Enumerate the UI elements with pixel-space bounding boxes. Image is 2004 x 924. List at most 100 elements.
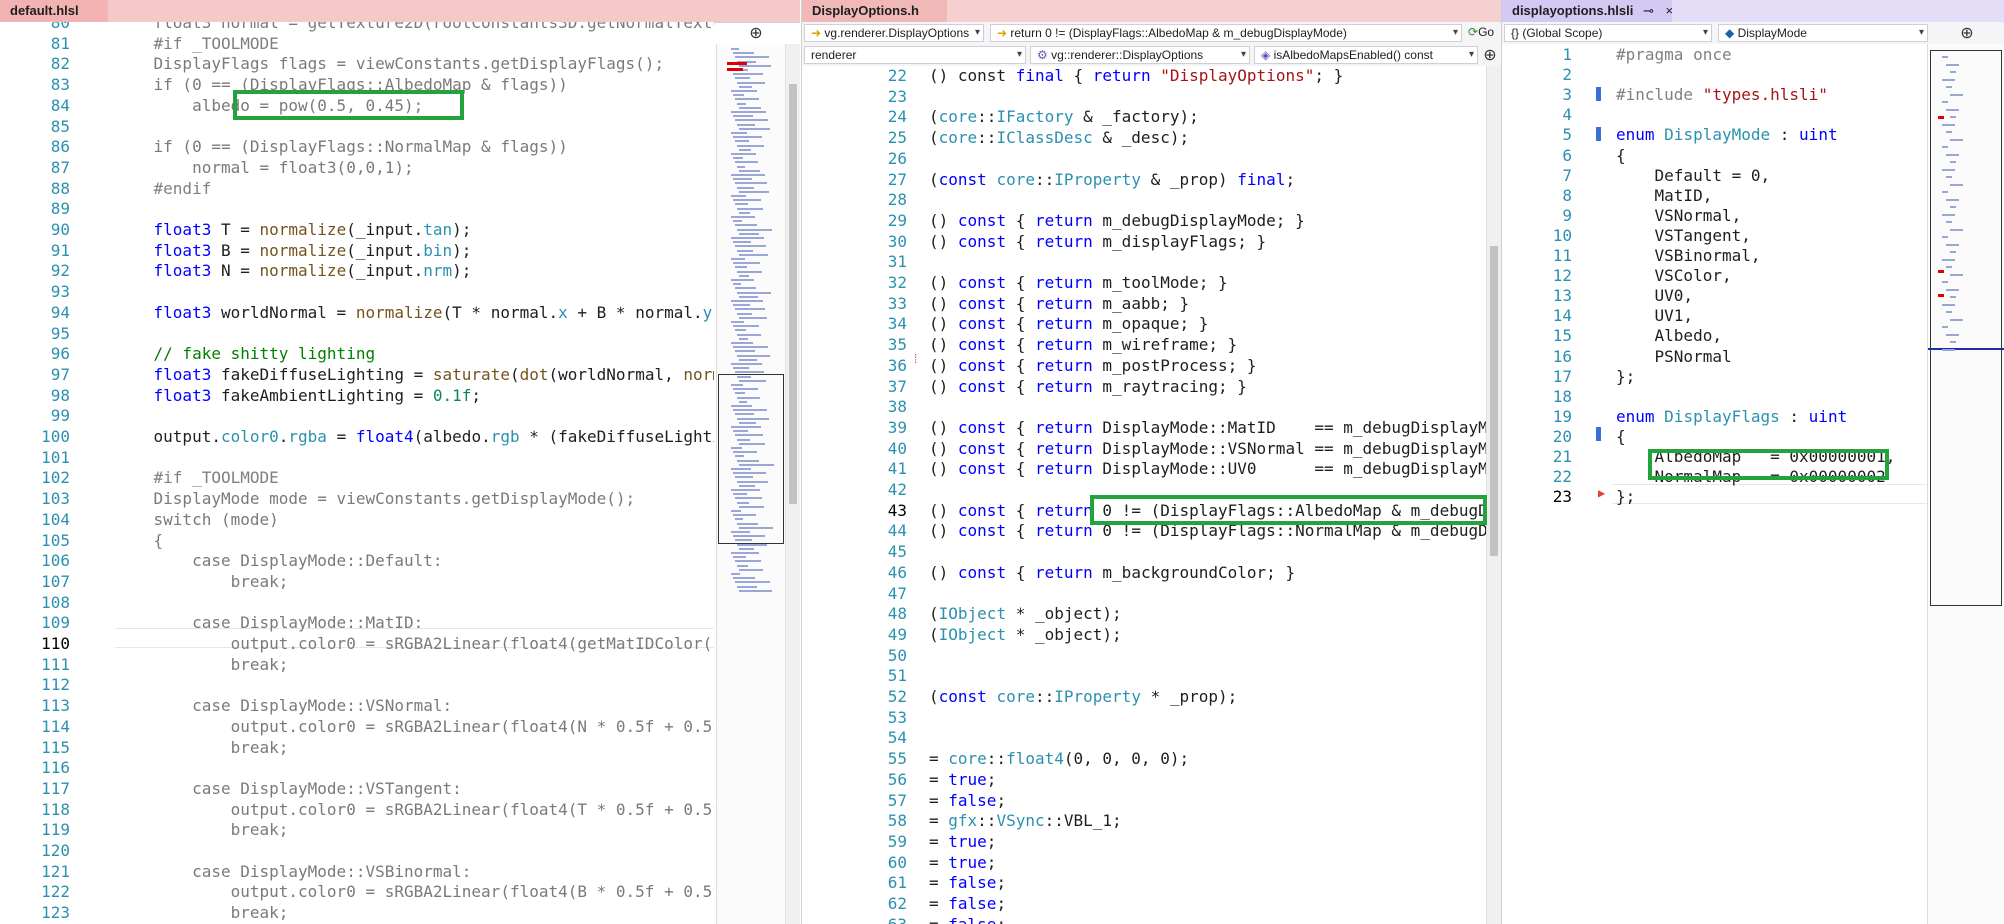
code-line[interactable]: 114 output.color0 = sRGBA2Linear(float4(… xyxy=(0,717,714,737)
code-line[interactable]: 34 () const { return m_opaque; } xyxy=(802,314,1487,334)
code-line[interactable]: 6{ xyxy=(1502,146,1927,166)
code-line[interactable]: 17}; xyxy=(1502,367,1927,387)
code-line[interactable]: 122 output.color0 = sRGBA2Linear(float4(… xyxy=(0,882,714,902)
code-line[interactable]: 47 xyxy=(802,584,1487,604)
code-line[interactable]: 59 = true; xyxy=(802,832,1487,852)
code-line[interactable]: 98 float3 fakeAmbientLighting = 0.1f; xyxy=(0,386,714,406)
code-line[interactable]: 56 = true; xyxy=(802,770,1487,790)
symbol-combo[interactable]: ◆ DisplayMode ▾ xyxy=(1718,24,1928,42)
global-scope-combo[interactable]: {} (Global Scope) ▾ xyxy=(1504,24,1712,42)
code-line[interactable]: 123 break; xyxy=(0,903,714,923)
code-editor[interactable]: ▶ 1 #pragma once 2 3 #include "types.hlsli" 4… xyxy=(1502,44,1927,924)
code-line[interactable]: 29 () const { return m_debugDisplayMode; … xyxy=(802,211,1487,231)
split-pin-icon[interactable]: ⊕ xyxy=(1957,24,1977,42)
code-line[interactable]: 39 () const { return DisplayMode::MatID =… xyxy=(802,418,1487,438)
code-line[interactable]: 40 () const { return DisplayMode::VSNorma… xyxy=(802,439,1487,459)
code-minimap[interactable] xyxy=(1927,44,2004,924)
code-line[interactable]: 27 (const core::IProperty & _prop) final; xyxy=(802,170,1487,190)
code-line[interactable]: 8 MatID, xyxy=(1502,186,1927,206)
code-line[interactable]: 110 output.color0 = sRGBA2Linear(float4(… xyxy=(0,634,714,654)
scrollbar-thumb[interactable] xyxy=(1490,246,1498,556)
code-line[interactable]: 103 DisplayMode mode = viewConstants.get… xyxy=(0,489,714,509)
scope-combo-class[interactable]: ➜ vg.renderer.DisplayOptions ▾ xyxy=(804,24,984,42)
code-line[interactable]: 111 break; xyxy=(0,655,714,675)
code-line[interactable]: 41 () const { return DisplayMode::UV0 == … xyxy=(802,459,1487,479)
scope-combo-member[interactable]: ➜ return 0 != (DisplayFlags::AlbedoMap &… xyxy=(990,24,1462,42)
code-line[interactable]: 118 output.color0 = sRGBA2Linear(float4(… xyxy=(0,800,714,820)
code-line[interactable]: 48 (IObject * _object); xyxy=(802,604,1487,624)
code-line[interactable]: 38 xyxy=(802,397,1487,417)
code-line[interactable]: 86 if (0 == (DisplayFlags::NormalMap & f… xyxy=(0,137,714,157)
code-line[interactable]: 63 = false; xyxy=(802,915,1487,924)
code-line[interactable]: 115 break; xyxy=(0,738,714,758)
code-line[interactable]: 91 float3 B = normalize(_input.bin); xyxy=(0,241,714,261)
code-line[interactable]: 52 (const core::IProperty * _prop); xyxy=(802,687,1487,707)
code-line[interactable]: 16 PSNormal xyxy=(1502,347,1927,367)
code-line[interactable]: 31 xyxy=(802,252,1487,272)
code-line[interactable]: 89 xyxy=(0,199,714,219)
code-line[interactable]: 10 VSTangent, xyxy=(1502,226,1927,246)
code-line[interactable]: 37 () const { return m_raytracing; } xyxy=(802,377,1487,397)
code-line[interactable]: 5 enum DisplayMode : uint xyxy=(1502,125,1927,145)
function-combo[interactable]: ◈ isAlbedoMapsEnabled() const ▾ xyxy=(1254,46,1478,64)
code-line[interactable]: 24 (core::IFactory & _factory); xyxy=(802,107,1487,127)
code-line[interactable]: 87 normal = float3(0,0,1); xyxy=(0,158,714,178)
code-line[interactable]: 45 xyxy=(802,542,1487,562)
code-line[interactable]: 9 VSNormal, xyxy=(1502,206,1927,226)
code-line[interactable]: 55 = core::float4(0, 0, 0, 0); xyxy=(802,749,1487,769)
code-line[interactable]: 88 #endif xyxy=(0,179,714,199)
project-combo[interactable]: renderer ▾ xyxy=(804,46,1026,64)
code-line[interactable]: 117 case DisplayMode::VSTangent: xyxy=(0,779,714,799)
code-line[interactable]: 100 output.color0.rgba = float4(albedo.r… xyxy=(0,427,714,447)
code-line[interactable]: 81 #if _TOOLMODE xyxy=(0,34,714,54)
code-line[interactable]: 53 xyxy=(802,708,1487,728)
namespace-combo[interactable]: ⚙ vg::renderer::DisplayOptions ▾ xyxy=(1030,46,1250,64)
code-line[interactable]: 23}; xyxy=(1502,487,1927,507)
code-line[interactable]: 80 float3 normal = getTexture2D(rootCons… xyxy=(0,22,714,33)
scrollbar-thumb[interactable] xyxy=(789,84,797,504)
code-line[interactable]: 51 xyxy=(802,666,1487,686)
tab-displayoptions-h[interactable]: DisplayOptions.h xyxy=(802,0,947,22)
go-button[interactable]: ⟳Go xyxy=(1464,24,1500,42)
vertical-scrollbar[interactable] xyxy=(1486,66,1501,924)
code-line[interactable]: 1 #pragma once xyxy=(1502,45,1927,65)
code-line[interactable]: 4 xyxy=(1502,105,1927,125)
code-line[interactable]: 119 break; xyxy=(0,820,714,840)
code-line[interactable]: 104 switch (mode) xyxy=(0,510,714,530)
code-line[interactable]: 90 float3 T = normalize(_input.tan); xyxy=(0,220,714,240)
code-line[interactable]: 28 xyxy=(802,190,1487,210)
code-line[interactable]: 19 enum DisplayFlags : uint xyxy=(1502,407,1927,427)
code-line[interactable]: 62 = false; xyxy=(802,894,1487,914)
code-line[interactable]: 109 case DisplayMode::MatID: xyxy=(0,613,714,633)
code-line[interactable]: 36 () const { return m_postProcess; } xyxy=(802,356,1487,376)
pin-icon[interactable]: ⊸ xyxy=(1643,3,1654,18)
code-line[interactable]: 23 xyxy=(802,87,1487,107)
code-line[interactable]: 58 = gfx::VSync::VBL_1; xyxy=(802,811,1487,831)
code-line[interactable]: 12 VSColor, xyxy=(1502,266,1927,286)
code-editor[interactable]: 80 float3 normal = getTexture2D(rootCons… xyxy=(0,22,714,924)
code-line[interactable]: 7 Default = 0, xyxy=(1502,166,1927,186)
code-minimap[interactable] xyxy=(716,44,787,924)
code-line[interactable]: 116 xyxy=(0,758,714,778)
split-pin-icon[interactable]: ⊕ xyxy=(746,24,766,42)
code-line[interactable]: 120 xyxy=(0,841,714,861)
split-pin-icon[interactable]: ⊕ xyxy=(1480,46,1500,64)
code-line[interactable]: 14 UV1, xyxy=(1502,306,1927,326)
code-line[interactable]: 99 xyxy=(0,406,714,426)
code-line[interactable]: 18 xyxy=(1502,387,1927,407)
code-line[interactable]: 22 () const final { return "DisplayOption… xyxy=(802,66,1487,86)
code-line[interactable]: 105 { xyxy=(0,531,714,551)
code-line[interactable]: 113 case DisplayMode::VSNormal: xyxy=(0,696,714,716)
code-line[interactable]: 54 xyxy=(802,728,1487,748)
code-line[interactable]: 108 xyxy=(0,593,714,613)
code-line[interactable]: 94 float3 worldNormal = normalize(T * no… xyxy=(0,303,714,323)
code-line[interactable]: 15 Albedo, xyxy=(1502,326,1927,346)
code-line[interactable]: 92 float3 N = normalize(_input.nrm); xyxy=(0,261,714,281)
code-line[interactable]: 25 (core::IClassDesc & _desc); xyxy=(802,128,1487,148)
code-line[interactable]: 30 () const { return m_displayFlags; } xyxy=(802,232,1487,252)
code-line[interactable]: 20 { xyxy=(1502,427,1927,447)
code-line[interactable]: 82 DisplayFlags flags = viewConstants.ge… xyxy=(0,54,714,74)
code-line[interactable]: 11 VSBinormal, xyxy=(1502,246,1927,266)
code-line[interactable]: 35 () const { return m_wireframe; } xyxy=(802,335,1487,355)
code-line[interactable]: 121 case DisplayMode::VSBinormal: xyxy=(0,862,714,882)
